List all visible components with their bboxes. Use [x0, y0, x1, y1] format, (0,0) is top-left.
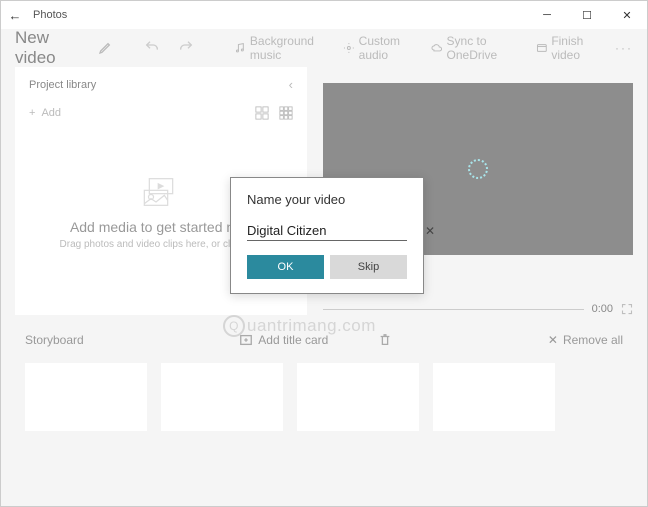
- storyboard-slot[interactable]: [161, 363, 283, 431]
- grid-small-icon[interactable]: [279, 106, 293, 120]
- finish-label: Finish video: [551, 34, 605, 62]
- time-bar: 0:00: [323, 303, 633, 315]
- library-header: Project library ‹: [29, 77, 293, 92]
- app-title: Photos: [29, 9, 527, 21]
- add-media-button[interactable]: + Add: [29, 107, 61, 119]
- dialog-title: Name your video: [247, 192, 407, 207]
- plus-icon: +: [29, 107, 35, 119]
- loading-spinner-icon: [468, 159, 488, 179]
- sync-onedrive-button[interactable]: Sync to OneDrive: [431, 34, 526, 62]
- clear-input-icon[interactable]: ✕: [423, 224, 437, 238]
- custom-audio-label: Custom audio: [359, 34, 421, 62]
- name-video-dialog: Name your video ✕ OK Skip: [230, 177, 424, 294]
- storyboard-header: Storyboard Add title card ✕ Remove all: [1, 315, 647, 355]
- bg-music-label: Background music: [250, 34, 333, 62]
- storyboard-heading: Storyboard: [25, 333, 84, 347]
- storyboard-mid-actions: Add title card: [104, 333, 528, 347]
- grid-large-icon[interactable]: [255, 106, 269, 120]
- redo-icon[interactable]: [178, 39, 194, 58]
- close-icon: ✕: [548, 333, 558, 347]
- collapse-library-icon[interactable]: ‹: [289, 77, 293, 92]
- ok-button[interactable]: OK: [247, 255, 324, 279]
- background-music-button[interactable]: Background music: [234, 34, 333, 62]
- video-name-input[interactable]: [247, 223, 423, 238]
- view-toggle-group: [255, 106, 293, 120]
- library-heading: Project library: [29, 79, 96, 91]
- add-title-label: Add title card: [258, 333, 328, 347]
- dialog-buttons: OK Skip: [247, 255, 407, 279]
- time-display: 0:00: [592, 303, 613, 315]
- undo-redo-group: [144, 39, 194, 58]
- timeline-track[interactable]: [323, 309, 584, 310]
- storyboard-thumbs: [1, 355, 647, 453]
- remove-all-button[interactable]: ✕ Remove all: [548, 333, 623, 347]
- storyboard-slot[interactable]: [433, 363, 555, 431]
- back-button[interactable]: ←: [1, 8, 29, 23]
- skip-button[interactable]: Skip: [330, 255, 407, 279]
- library-actions: + Add: [29, 106, 293, 120]
- close-button[interactable]: ✕: [607, 1, 647, 29]
- minimize-button[interactable]: ─: [527, 1, 567, 29]
- pencil-icon[interactable]: [98, 39, 114, 58]
- finish-video-button[interactable]: Finish video: [536, 34, 605, 62]
- dialog-input-row: ✕: [247, 223, 407, 241]
- trash-button[interactable]: [378, 333, 392, 347]
- remove-all-label: Remove all: [563, 333, 623, 347]
- trash-icon: [378, 333, 392, 347]
- sync-label: Sync to OneDrive: [447, 34, 526, 62]
- window-titlebar: ← Photos ─ ☐ ✕: [1, 1, 647, 29]
- fullscreen-icon[interactable]: [621, 303, 633, 315]
- add-title-card-button[interactable]: Add title card: [239, 333, 328, 347]
- media-placeholder-icon: [141, 175, 181, 209]
- undo-icon[interactable]: [144, 39, 160, 58]
- video-name-label: New video: [15, 28, 82, 68]
- more-button[interactable]: ···: [615, 41, 633, 55]
- empty-title: Add media to get started now: [70, 219, 252, 235]
- editor-toolbar: New video Background music Custom audio …: [1, 29, 647, 67]
- custom-audio-button[interactable]: Custom audio: [343, 34, 421, 62]
- window-controls: ─ ☐ ✕: [527, 1, 647, 29]
- storyboard-slot[interactable]: [25, 363, 147, 431]
- storyboard-slot[interactable]: [297, 363, 419, 431]
- maximize-button[interactable]: ☐: [567, 1, 607, 29]
- add-label: Add: [41, 107, 61, 119]
